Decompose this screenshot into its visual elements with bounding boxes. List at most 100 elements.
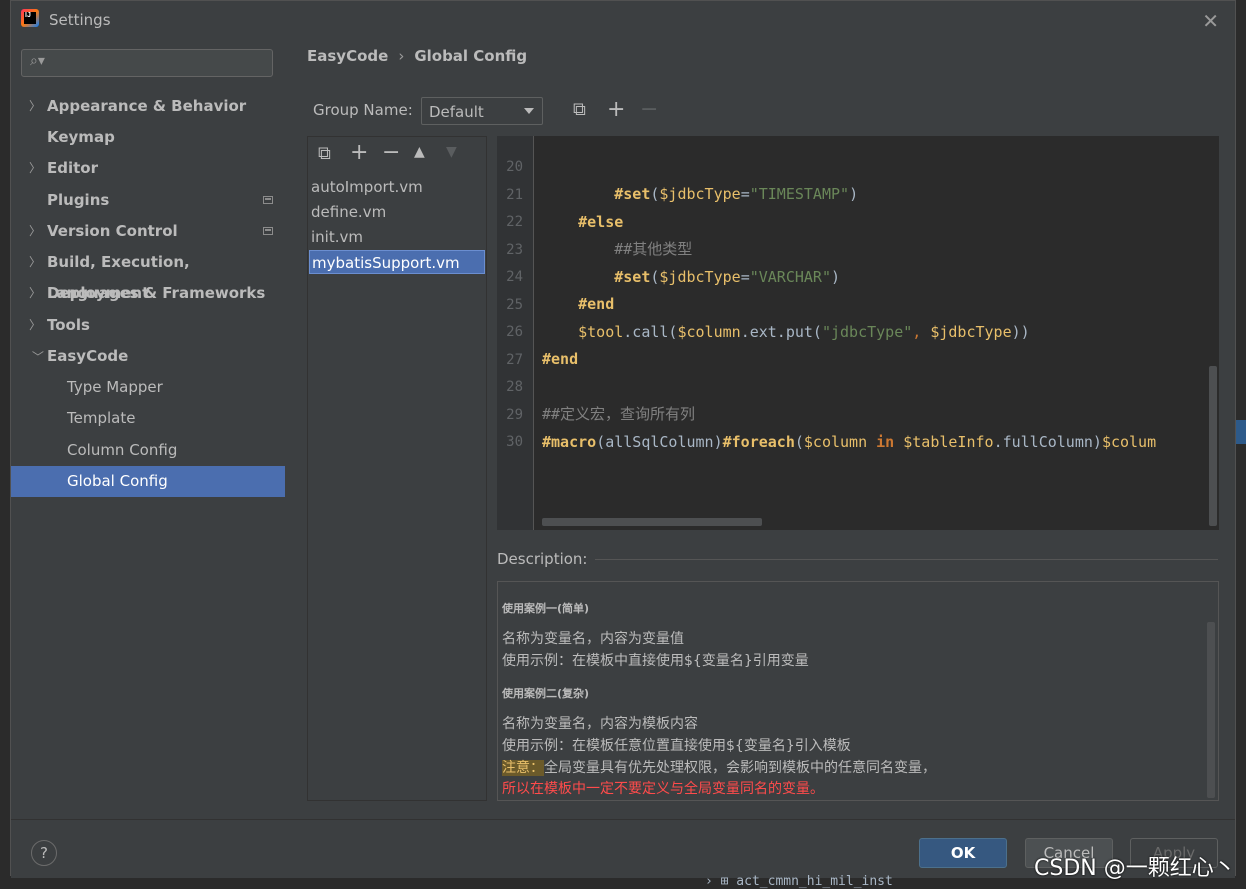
chevron-right-icon[interactable]: 〉 [29,91,41,122]
description-line: 名称为变量名，内容为变量值 [502,631,684,647]
remove-file-icon[interactable]: − [382,142,400,164]
description-line: 使用示例：在模板中直接使用${变量名}引用变量 [502,653,809,669]
sidebar-item-type-mapper[interactable]: Type Mapper [11,372,285,403]
code-editor[interactable]: 20 #set($jdbcType="TIMESTAMP") 21 #else … [497,136,1219,530]
description-heading: 使用案例一(简单) [502,602,590,615]
close-icon[interactable]: ✕ [1202,9,1219,33]
ok-button[interactable]: OK [919,838,1007,868]
project-settings-icon [263,227,273,235]
sidebar-item-label: Editor [47,159,98,177]
sidebar-item-label: Global Config [67,472,168,490]
settings-dialog: IJ Settings ✕ ⌕▾ 〉 Appearance & Behavior… [10,0,1236,878]
sidebar-item-label: Languages & Frameworks [47,284,266,302]
group-name-select[interactable]: Default [421,97,543,125]
sidebar-item-label: Type Mapper [67,378,163,396]
breadcrumb-parent[interactable]: EasyCode [307,47,388,65]
code-text: #macro(allSqlColumn)#foreach($column in … [542,433,1157,451]
description-label: Description: [497,550,596,568]
copy-file-icon[interactable]: ⧉ [318,145,331,163]
background-ide [1236,0,1246,886]
code-line: 23 #set($jdbcType="VARCHAR") [497,210,840,286]
code-line: 30 [497,402,551,450]
remove-group-icon[interactable]: − [640,99,658,121]
line-number: 30 [506,434,523,450]
copy-group-icon[interactable]: ⧉ [573,101,586,119]
search-icon: ⌕▾ [30,53,45,69]
code-line: 25 $tool.call($column.ext.put("jdbcType"… [497,265,1030,341]
sidebar-item-easycode[interactable]: 〉 EasyCode [11,341,285,372]
code-line: 29 #macro(allSqlColumn)#foreach($column … [497,375,1156,451]
add-group-icon[interactable]: + [607,99,625,121]
note-highlight: 注意： [502,760,544,776]
background-selection [1236,420,1246,444]
intellij-logo-icon: IJ [21,9,39,27]
code-line: 20 #set($jdbcType="TIMESTAMP") [497,136,858,203]
code-line: 21 #else [497,155,623,231]
file-item[interactable]: autoImport.vm [309,175,485,199]
sidebar-item-version-control[interactable]: 〉 Version Control [11,216,285,247]
sidebar-item-keymap[interactable]: Keymap [11,122,285,153]
move-down-icon[interactable]: ▼ [446,145,457,159]
file-toolbar: ⧉ + − ▲ ▼ [308,137,486,173]
sidebar-item-plugins[interactable]: Plugins [11,185,285,216]
sidebar-item-label: Version Control [47,222,178,240]
sidebar-item-label: Template [67,409,136,427]
vertical-scrollbar[interactable] [1209,366,1217,526]
description-textarea[interactable]: 使用案例一(简单) 名称为变量名，内容为变量值 使用示例：在模板中直接使用${变… [497,581,1219,801]
code-text: #else [578,213,624,231]
group-name-value: Default [429,103,484,121]
sidebar-item-label: Keymap [47,128,115,146]
code-line: 28 ##定义宏，查询所有列 [497,347,695,423]
help-button[interactable]: ? [31,840,57,866]
sidebar-item-build[interactable]: 〉 Build, Execution, Deployment [11,247,285,302]
description-heading: 使用案例二(复杂) [502,687,590,700]
description-note: 注意：全局变量具有优先处理权限，会影响到模板中的任意同名变量， [502,757,936,777]
chevron-right-icon[interactable]: 〉 [29,247,41,278]
code-text: ##定义宏，查询所有列 [542,405,696,423]
chevron-right-icon[interactable]: 〉 [29,278,41,309]
code-text: #set($jdbcType="VARCHAR") [614,268,841,286]
note-text: 全局变量具有优先处理权限，会影响到模板中的任意同名变量， [544,760,936,776]
description-line: 名称为变量名，内容为模板内容 [502,716,698,732]
file-item[interactable]: define.vm [309,200,485,224]
sidebar-item-global-config[interactable]: Global Config [11,466,285,497]
add-file-icon[interactable]: + [350,142,368,164]
sidebar-item-appearance[interactable]: 〉 Appearance & Behavior [11,91,285,122]
settings-sidebar: ⌕▾ 〉 Appearance & Behavior Keymap 〉 Edit… [11,39,285,819]
code-line: 22 ##其他类型 [497,182,692,258]
search-input[interactable]: ⌕▾ [21,49,273,77]
description-line: 使用示例：在模板任意位置直接使用${变量名}引入模板 [502,738,851,754]
watermark: CSDN @一颗红心丶 [1034,856,1236,881]
file-list-panel: ⧉ + − ▲ ▼ autoImport.vm define.vm init.v… [307,136,487,801]
breadcrumb-separator: › [398,47,405,65]
code-line: 24 #end [497,237,614,313]
background-tree-item: › ⊞ act_cmmn_hi_mil_inst [705,874,893,889]
sidebar-item-label: Appearance & Behavior [47,97,247,115]
code-line: 26 #end [497,292,578,368]
description-warning: 所以在模板中一定不要定义与全局变量同名的变量。 [502,781,824,797]
horizontal-scrollbar[interactable] [542,518,762,526]
breadcrumb: EasyCode › Global Config [307,47,527,65]
sidebar-item-label: EasyCode [47,347,129,365]
sidebar-item-template[interactable]: Template [11,403,285,434]
sidebar-item-languages[interactable]: 〉 Languages & Frameworks [11,278,285,309]
breadcrumb-current: Global Config [414,47,528,65]
sidebar-item-tools[interactable]: 〉 Tools [11,310,285,341]
file-item[interactable]: init.vm [309,225,485,249]
code-text: ##其他类型 [614,240,693,258]
sidebar-item-column-config[interactable]: Column Config [11,435,285,466]
move-up-icon[interactable]: ▲ [414,145,425,159]
code-text: $tool.call($column.ext.put("jdbcType", $… [578,323,1030,341]
chevron-right-icon[interactable]: 〉 [29,216,41,247]
chevron-right-icon[interactable]: 〉 [29,310,41,341]
sidebar-item-label: Plugins [47,191,110,209]
code-text: #end [578,295,615,313]
group-name-label: Group Name: [313,101,413,119]
title-bar: IJ Settings ✕ [11,1,1235,39]
sidebar-item-label: Tools [47,316,90,334]
sidebar-item-editor[interactable]: 〉 Editor [11,153,285,184]
chevron-right-icon[interactable]: 〉 [29,153,41,184]
description-scrollbar[interactable] [1207,622,1215,798]
file-item-selected[interactable]: mybatisSupport.vm [309,250,485,274]
code-text: #set($jdbcType="TIMESTAMP") [614,185,859,203]
